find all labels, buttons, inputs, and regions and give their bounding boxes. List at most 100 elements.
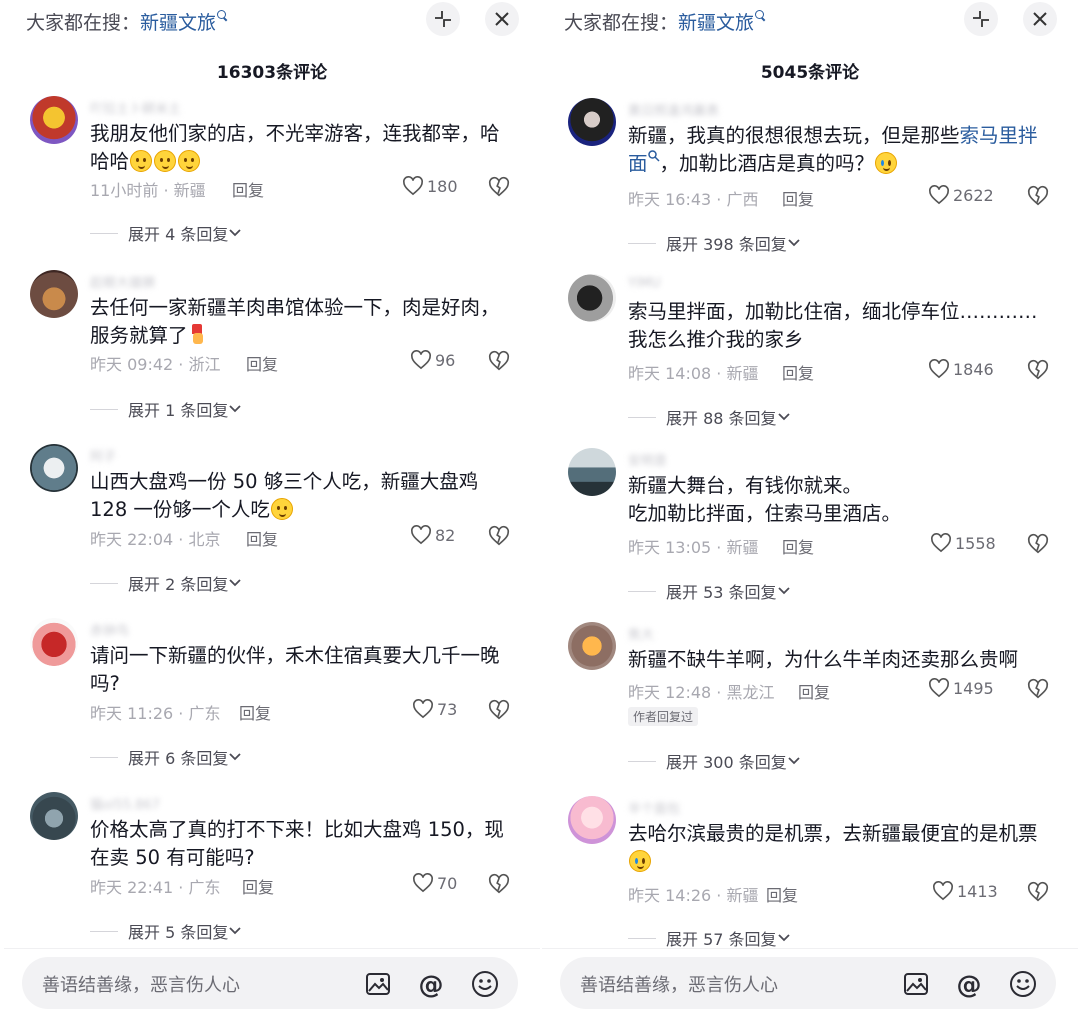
expand-replies-button[interactable]: 展开 398 条回复 (628, 231, 801, 255)
dislike-icon[interactable] (1027, 185, 1049, 207)
comment-meta: 昨天 12:48 · 黑龙江 (628, 683, 775, 702)
reply-button[interactable]: 回复 (782, 186, 814, 210)
username[interactable]: 阿子 (90, 446, 116, 465)
chevron-down-icon (229, 405, 241, 413)
dislike-icon[interactable] (488, 176, 510, 198)
like-button[interactable]: 2622 (928, 185, 994, 205)
comment-input[interactable]: 善语结善缘，恶言伤人心 @ (22, 957, 518, 1009)
collapse-icon (973, 11, 989, 27)
chevron-down-icon (777, 587, 790, 595)
comment-meta: 昨天 22:41 · 广东 (90, 878, 221, 897)
dislike-icon[interactable] (488, 873, 510, 895)
reply-button[interactable]: 回复 (782, 534, 814, 558)
comment-count: 5045条评论 (760, 63, 860, 83)
heart-icon (929, 678, 949, 698)
image-button[interactable] (902, 970, 930, 998)
reply-button[interactable]: 回复 (246, 526, 278, 550)
like-count: 82 (435, 525, 456, 545)
search-keyword-link[interactable]: 新疆文旅 (140, 12, 216, 34)
reply-button[interactable]: 回复 (232, 177, 264, 201)
reply-button[interactable]: 回复 (246, 351, 278, 375)
mention-button[interactable]: @ (417, 970, 445, 999)
avatar[interactable] (568, 98, 616, 146)
expand-replies-button[interactable]: 展开 5 条回复 (90, 919, 242, 943)
like-count: 2622 (953, 185, 994, 205)
avatar[interactable] (30, 96, 78, 144)
dislike-icon[interactable] (488, 699, 510, 721)
avatar[interactable] (568, 448, 616, 496)
like-count: 96 (435, 350, 456, 370)
username[interactable]: 安明意 (628, 450, 667, 469)
emoji-button[interactable] (471, 970, 499, 998)
dislike-icon[interactable] (1027, 678, 1049, 700)
emoji-button[interactable] (1009, 970, 1037, 998)
expand-replies-button[interactable]: 展开 6 条回复 (90, 745, 242, 769)
like-count: 1413 (957, 881, 998, 901)
avatar[interactable] (30, 618, 78, 666)
like-button[interactable]: 82 (410, 525, 455, 545)
avatar[interactable] (30, 792, 78, 840)
comment-input-bar: 善语结善缘，恶言伤人心 @ (4, 948, 540, 1034)
comment-meta: 11小时前 · 新疆 (90, 181, 206, 200)
username[interactable]: 黄日照逢鸿襄表 (628, 100, 719, 119)
image-button[interactable] (364, 970, 392, 998)
username[interactable]: 焦大 (628, 624, 654, 643)
username[interactable]: YIMU (628, 276, 661, 291)
close-button[interactable] (1023, 2, 1057, 36)
dislike-icon[interactable] (1027, 359, 1049, 381)
comment-meta: 昨天 22:04 · 北京 (90, 530, 221, 549)
reply-button[interactable]: 回复 (239, 700, 271, 724)
expand-replies-button[interactable]: 展开 4 条回复 (90, 221, 242, 245)
like-button[interactable]: 1558 (930, 533, 996, 553)
like-button[interactable]: 1413 (932, 881, 998, 901)
comment-input[interactable]: 善语结善缘，恶言伤人心 @ (560, 957, 1056, 1009)
comment-meta: 昨天 11:26 · 广东 (90, 704, 221, 723)
search-keyword-link[interactable]: 新疆文旅 (678, 12, 754, 34)
dislike-icon[interactable] (488, 350, 510, 372)
heart-icon (403, 176, 423, 196)
search-icon (755, 10, 767, 22)
username[interactable]: 猫ol55.867 (90, 794, 160, 813)
search-prefix: 大家都在搜： (26, 12, 141, 34)
expand-replies-button[interactable]: 展开 88 条回复 (628, 405, 791, 429)
dislike-icon[interactable] (488, 525, 510, 547)
like-button[interactable]: 70 (412, 873, 457, 893)
close-button[interactable] (485, 2, 519, 36)
like-button[interactable]: 96 (410, 350, 455, 370)
username[interactable]: 趁眼大雄狮 (90, 272, 155, 291)
reply-button[interactable]: 回复 (766, 882, 798, 906)
like-button[interactable]: 180 (402, 176, 458, 196)
reply-button[interactable]: 回复 (798, 679, 830, 703)
collapse-button[interactable] (964, 2, 998, 36)
avatar[interactable] (568, 274, 616, 322)
expand-replies-button[interactable]: 展开 1 条回复 (90, 397, 242, 421)
expand-replies-button[interactable]: 展开 2 条回复 (90, 571, 242, 595)
expand-replies-button[interactable]: 展开 300 条回复 (628, 749, 801, 773)
like-button[interactable]: 73 (412, 699, 457, 719)
expand-replies-button[interactable]: 展开 57 条回复 (628, 926, 791, 950)
dislike-icon[interactable] (1027, 881, 1049, 903)
smile-icon (472, 971, 498, 997)
avatar[interactable] (30, 270, 78, 318)
divider (90, 930, 118, 932)
search-suggestion[interactable]: 大家都在搜：新疆文旅 (26, 8, 229, 35)
search-suggestion[interactable]: 大家都在搜：新疆文旅 (564, 8, 767, 35)
like-button[interactable]: 1846 (928, 359, 994, 379)
dislike-icon[interactable] (1027, 533, 1049, 555)
expand-replies-button[interactable]: 展开 53 条回复 (628, 579, 791, 603)
comments-panel-left: 大家都在搜：新疆文旅 16303条评论 吖拉土卜耕米土 我朋友他们家的店，不光宰… (4, 0, 540, 1034)
search-icon (647, 142, 660, 162)
username[interactable]: 半个面包 (628, 798, 680, 817)
username[interactable]: 赤钟鸟 (90, 620, 129, 639)
avatar[interactable] (30, 444, 78, 492)
divider (90, 408, 118, 410)
avatar[interactable] (568, 796, 616, 844)
heart-icon (931, 533, 951, 553)
like-button[interactable]: 1495 (928, 678, 994, 698)
collapse-button[interactable] (426, 2, 460, 36)
avatar[interactable] (568, 622, 616, 670)
reply-button[interactable]: 回复 (242, 874, 274, 898)
reply-button[interactable]: 回复 (782, 360, 814, 384)
username[interactable]: 吖拉土卜耕米土 (90, 98, 181, 117)
mention-button[interactable]: @ (955, 970, 983, 999)
